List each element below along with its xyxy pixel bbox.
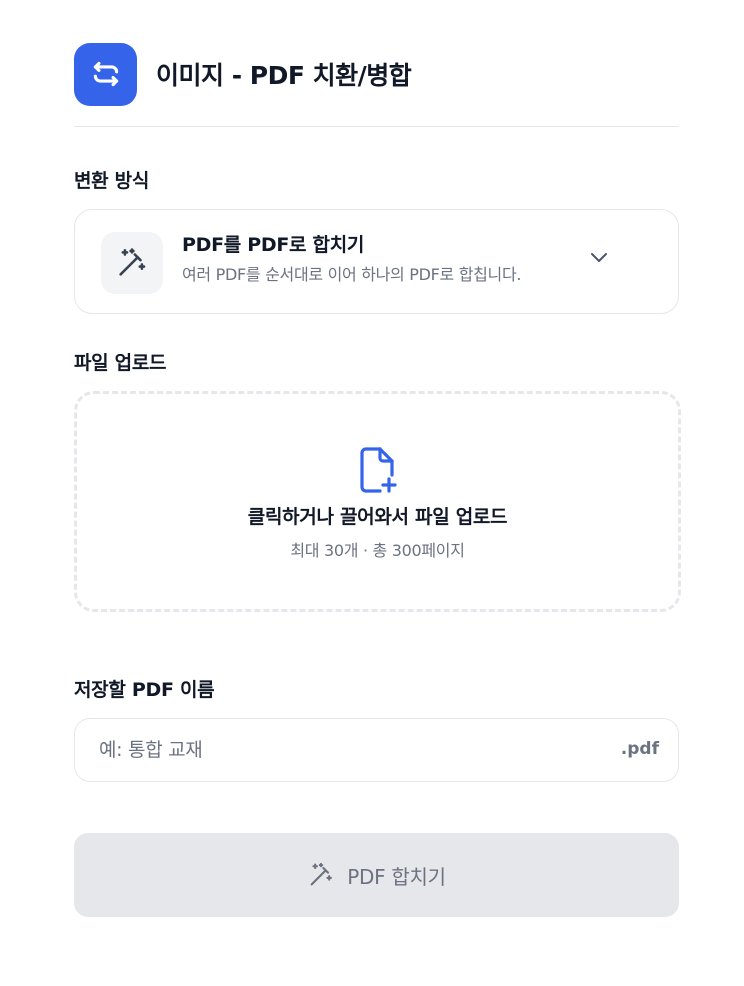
method-section-label: 변환 방식 [74,170,150,192]
filename-field: .pdf [74,718,679,782]
header-divider [74,126,679,127]
conversion-method-select[interactable]: PDF를 PDF로 합치기 여러 PDF를 순서대로 이어 하나의 PDF로 합… [74,209,679,314]
method-selected-description: 여러 PDF를 순서대로 이어 하나의 PDF로 합칩니다. [182,265,522,284]
merge-pdf-button[interactable]: PDF 합치기 [74,833,679,917]
page-header: 이미지 - PDF 치환/병합 [74,42,679,106]
magic-wand-icon [101,232,163,294]
chevron-down-icon [586,244,612,270]
upload-title: 클릭하거나 끌어와서 파일 업로드 [247,506,508,528]
filename-section-label: 저장할 PDF 이름 [74,679,215,701]
merge-pdf-button-label: PDF 합치기 [347,864,446,889]
upload-limits: 최대 30개 · 총 300페이지 [290,541,465,560]
extension-suffix: .pdf [620,739,659,759]
file-plus-icon [358,446,398,494]
method-selected-title: PDF를 PDF로 합치기 [182,234,365,256]
filename-input[interactable] [99,719,599,781]
upload-section-label: 파일 업로드 [74,352,167,374]
magic-wand-icon [307,861,335,889]
repeat-arrows-icon [74,42,137,106]
file-upload-dropzone[interactable]: 클릭하거나 끌어와서 파일 업로드 최대 30개 · 총 300페이지 [74,391,681,612]
page-title: 이미지 - PDF 치환/병합 [156,61,412,90]
